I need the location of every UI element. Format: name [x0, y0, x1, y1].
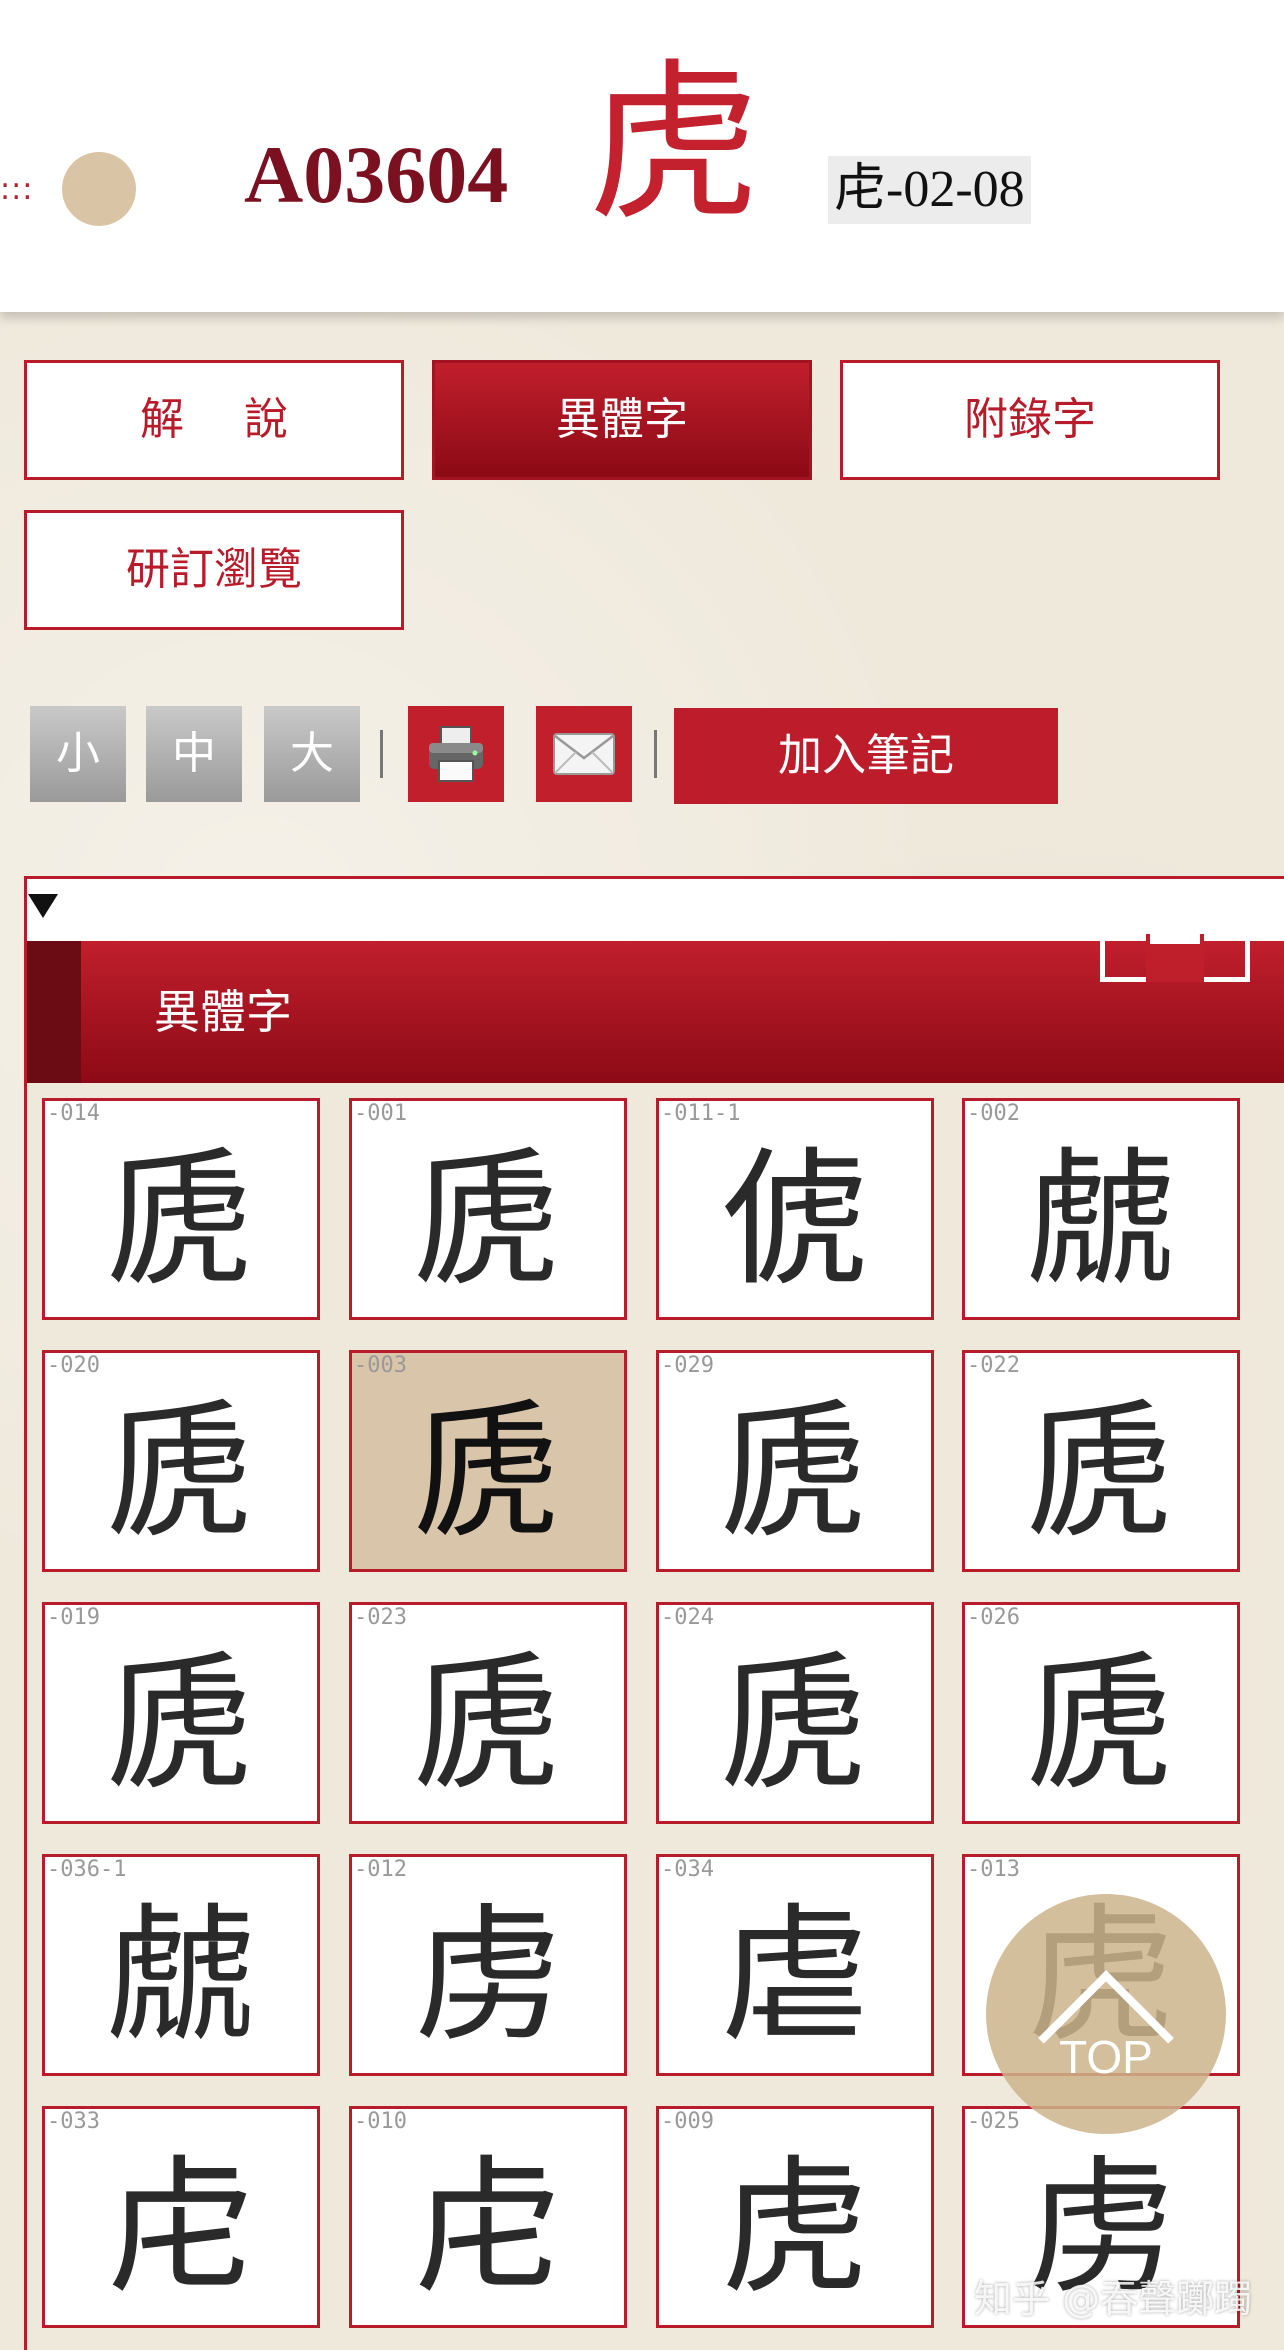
decorative-circle	[62, 152, 136, 226]
variant-cell[interactable]: -002 虤	[962, 1098, 1240, 1320]
variant-cell[interactable]: -011-1 俿	[656, 1098, 934, 1320]
variant-id: -029	[661, 1353, 714, 1378]
entry-code: A03604	[244, 129, 509, 220]
variant-glyph: 虍	[414, 2142, 562, 2314]
bracket-center-bar	[1150, 934, 1200, 944]
variant-glyph: 虒	[107, 1386, 255, 1558]
entry-character: 虎	[588, 43, 760, 244]
variant-id: -011-1	[661, 1101, 741, 1126]
variant-glyph: 虒	[721, 1638, 869, 1810]
variant-glyph: 虒	[107, 1638, 255, 1810]
variant-cell[interactable]: -003 虒	[349, 1350, 627, 1572]
variant-glyph: 虒	[414, 1386, 562, 1558]
variant-glyph: 虏	[414, 1890, 562, 2062]
variant-glyph: 虎	[721, 2142, 869, 2314]
variant-glyph: 虒	[107, 1134, 255, 1306]
back-to-top-label: TOP	[1059, 2031, 1153, 2083]
font-size-small-button[interactable]: 小	[30, 706, 126, 802]
variant-cell[interactable]: -026 虒	[962, 1602, 1240, 1824]
panel-toggle-row[interactable]	[27, 879, 1284, 941]
variant-id: -003	[354, 1353, 407, 1378]
variant-id: -002	[967, 1101, 1020, 1126]
variant-cell[interactable]: -010 虍	[349, 2106, 627, 2328]
variant-id: -019	[47, 1605, 100, 1630]
variant-glyph: 虒	[1027, 1638, 1175, 1810]
variant-id: -013	[967, 1857, 1020, 1882]
menu-dots-icon[interactable]: :::	[0, 172, 33, 207]
variant-id: -036-1	[47, 1857, 127, 1882]
font-size-medium-button[interactable]: 中	[146, 706, 242, 802]
variant-cell[interactable]: -033 虍	[42, 2106, 320, 2328]
variant-cell[interactable]: -012 虏	[349, 1854, 627, 2076]
tab-appendix[interactable]: 附錄字	[840, 360, 1220, 480]
variant-glyph: 虍	[107, 2142, 255, 2314]
variant-cell[interactable]: -001 虒	[349, 1098, 627, 1320]
collapse-triangle-icon[interactable]	[28, 894, 58, 918]
variant-cell[interactable]: -014 虒	[42, 1098, 320, 1320]
variant-id: -025	[967, 2109, 1020, 2134]
variant-id: -022	[967, 1353, 1020, 1378]
panel-title: 異體字	[154, 985, 292, 1039]
variant-id: -023	[354, 1605, 407, 1630]
tab-explanation-label: 解說	[140, 394, 348, 445]
variant-id: -026	[967, 1605, 1020, 1630]
variant-glyph: 虤	[107, 1890, 255, 2062]
printer-icon	[429, 726, 483, 782]
variant-id: -033	[47, 2109, 100, 2134]
toolbar-separator-2	[654, 730, 657, 778]
add-note-button[interactable]: 加入筆記	[674, 708, 1058, 804]
variant-cell[interactable]: -020 虒	[42, 1350, 320, 1572]
variant-cell[interactable]: -036-1 虤	[42, 1854, 320, 2076]
variant-glyph: 虤	[1027, 1134, 1175, 1306]
variant-cell[interactable]: -023 虒	[349, 1602, 627, 1824]
entry-header: ::: A03604 虎 虍-02-08	[0, 0, 1284, 312]
variant-cell[interactable]: -022 虒	[962, 1350, 1240, 1572]
mail-icon	[553, 733, 615, 775]
tab-variants[interactable]: 異體字	[432, 360, 812, 480]
variant-id: -024	[661, 1605, 714, 1630]
variant-cell[interactable]: -024 虒	[656, 1602, 934, 1824]
variant-cell[interactable]: -009 虎	[656, 2106, 934, 2328]
variant-id: -014	[47, 1101, 100, 1126]
variant-id: -012	[354, 1857, 407, 1882]
tab-research-browse[interactable]: 研訂瀏覽	[24, 510, 404, 630]
panel-header-accent	[27, 941, 81, 1083]
variant-cell[interactable]: -019 虒	[42, 1602, 320, 1824]
variant-glyph: 虒	[721, 1386, 869, 1558]
variant-cell[interactable]: -034 虐	[656, 1854, 934, 2076]
variant-glyph: 虐	[721, 1890, 869, 2062]
variant-glyph: 虒	[1027, 1386, 1175, 1558]
toolbar-separator	[380, 730, 383, 778]
email-button[interactable]	[536, 706, 632, 802]
watermark: 知乎 @吞聲躑躅	[974, 2277, 1253, 2321]
variant-id: -010	[354, 2109, 407, 2134]
back-to-top-button[interactable]: TOP	[986, 1894, 1226, 2134]
variant-glyph: 俿	[721, 1134, 869, 1306]
variant-id: -020	[47, 1353, 100, 1378]
print-button[interactable]	[408, 706, 504, 802]
variant-glyph: 虒	[414, 1638, 562, 1810]
variant-cell[interactable]: -029 虒	[656, 1350, 934, 1572]
variant-id: -001	[354, 1101, 407, 1126]
variant-glyph: 虒	[414, 1134, 562, 1306]
radical-stroke-tag: 虍-02-08	[828, 156, 1031, 224]
variant-id: -034	[661, 1857, 714, 1882]
tab-explanation[interactable]: 解說	[24, 360, 404, 480]
variant-id: -009	[661, 2109, 714, 2134]
font-size-large-button[interactable]: 大	[264, 706, 360, 802]
